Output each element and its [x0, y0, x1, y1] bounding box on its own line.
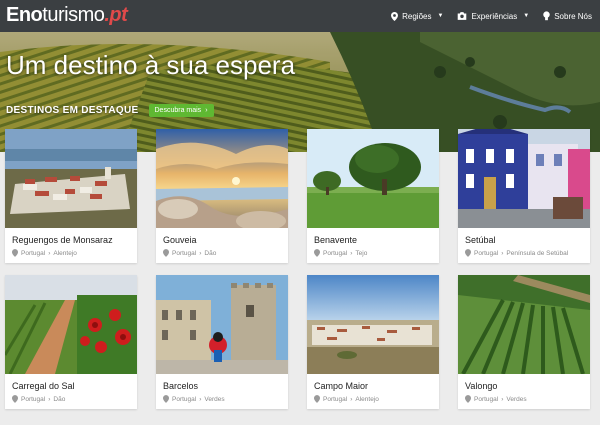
destination-breadcrumb: Portugal › Dão — [163, 249, 216, 257]
destination-image — [156, 275, 288, 374]
map-pin-icon — [12, 395, 18, 403]
destination-country: Portugal — [172, 249, 197, 257]
destination-card[interactable]: Gouveia Portugal › Dão — [156, 129, 288, 263]
destination-breadcrumb: Portugal › Tejo — [314, 249, 367, 257]
destination-name: Barcelos — [163, 381, 199, 391]
destination-breadcrumb: Portugal › Alentejo — [314, 395, 379, 403]
destination-name: Benavente — [314, 235, 358, 245]
map-pin-icon — [391, 11, 399, 21]
destination-breadcrumb: Portugal › Alentejo — [12, 249, 77, 257]
destination-region: Alentejo — [355, 395, 379, 403]
main-nav: Regiões ▼ Experiências ▼ Sobre Nós — [391, 0, 592, 32]
chevron-right-icon: › — [205, 107, 208, 114]
destination-name: Campo Maior — [314, 381, 369, 391]
destination-country: Portugal — [474, 249, 499, 257]
destination-breadcrumb: Portugal › Península de Setúbal — [465, 249, 568, 257]
destination-image — [5, 129, 137, 228]
destination-region: Dão — [53, 395, 66, 403]
destination-breadcrumb: Portugal › Verdes — [465, 395, 527, 403]
map-pin-icon — [314, 249, 320, 257]
lightbulb-icon — [543, 11, 550, 21]
destination-image — [156, 129, 288, 228]
destination-region: Verdes — [204, 395, 225, 403]
map-pin-icon — [163, 395, 169, 403]
nav-regions[interactable]: Regiões ▼ — [391, 11, 444, 21]
destination-country: Portugal — [323, 249, 348, 257]
destination-country: Portugal — [21, 249, 46, 257]
village-image — [5, 129, 137, 228]
destination-name: Valongo — [465, 381, 498, 391]
destination-card[interactable]: Barcelos Portugal › Verdes — [156, 275, 288, 409]
destination-region: Dão — [204, 249, 217, 257]
nav-experiences-label: Experiências — [471, 11, 518, 21]
destination-card[interactable]: Valongo Portugal › Verdes — [458, 275, 590, 409]
destination-region: Península de Setúbal — [506, 249, 569, 257]
map-pin-icon — [465, 395, 471, 403]
town-image — [307, 275, 439, 374]
camera-icon — [458, 12, 467, 20]
map-pin-icon — [314, 395, 320, 403]
destination-image — [458, 275, 590, 374]
destination-card[interactable]: Reguengos de Monsaraz Portugal › Alentej… — [5, 129, 137, 263]
discover-more-label: Descubra mais — [154, 107, 202, 114]
map-pin-icon — [163, 249, 169, 257]
top-navigation-bar: Enoturismo.pt Regiões ▼ Experiências ▼ S… — [0, 0, 600, 32]
destination-image — [307, 129, 439, 228]
destination-breadcrumb: Portugal › Verdes — [163, 395, 225, 403]
hero-title: Um destino à sua espera — [6, 50, 296, 80]
chevron-right-icon: › — [199, 395, 202, 403]
destination-region: Verdes — [506, 395, 527, 403]
map-pin-icon — [465, 249, 471, 257]
destination-name: Carregal do Sal — [12, 381, 75, 391]
destination-country: Portugal — [21, 395, 46, 403]
destination-card[interactable]: Setúbal Portugal › Península de Setúbal — [458, 129, 590, 263]
nav-experiences[interactable]: Experiências ▼ — [457, 12, 529, 21]
destination-image — [307, 275, 439, 374]
house-image — [458, 129, 590, 228]
site-logo[interactable]: Enoturismo.pt — [6, 4, 128, 27]
chevron-right-icon: › — [501, 395, 504, 403]
featured-label: DESTINOS EM DESTAQUE — [6, 105, 139, 116]
logo-text-accent: .pt — [104, 4, 128, 26]
square-image — [156, 275, 288, 374]
destination-breadcrumb: Portugal › Dão — [12, 395, 65, 403]
destination-name: Reguengos de Monsaraz — [12, 235, 113, 245]
chevron-right-icon: › — [350, 395, 353, 403]
destination-card[interactable]: Campo Maior Portugal › Alentejo — [307, 275, 439, 409]
chevron-right-icon: › — [199, 249, 202, 257]
destination-name: Setúbal — [465, 235, 496, 245]
destination-card[interactable]: Carregal do Sal Portugal › Dão — [5, 275, 137, 409]
chevron-down-icon: ▼ — [437, 13, 444, 19]
chevron-down-icon: ▼ — [523, 13, 530, 19]
discover-more-button[interactable]: Descubra mais › — [148, 104, 214, 117]
nav-about[interactable]: Sobre Nós — [543, 11, 592, 21]
destination-image — [458, 129, 590, 228]
destination-country: Portugal — [323, 395, 348, 403]
roses-image — [5, 275, 137, 374]
chevron-right-icon: › — [501, 249, 504, 257]
destination-card[interactable]: Benavente Portugal › Tejo — [307, 129, 439, 263]
destination-image — [5, 275, 137, 374]
nav-regions-label: Regiões — [402, 11, 432, 21]
map-pin-icon — [12, 249, 18, 257]
nav-about-label: Sobre Nós — [554, 11, 592, 21]
vineyard-image — [458, 275, 590, 374]
chevron-right-icon: › — [48, 395, 51, 403]
chevron-right-icon: › — [48, 249, 51, 257]
logo-text-main: Eno — [6, 4, 43, 26]
logo-text-mid: turismo — [42, 4, 105, 26]
chevron-right-icon: › — [350, 249, 353, 257]
destination-region: Tejo — [355, 249, 368, 257]
featured-header: DESTINOS EM DESTAQUE Descubra mais › — [6, 104, 214, 117]
tree-image — [307, 129, 439, 228]
sunset-image — [156, 129, 288, 228]
destination-region: Alentejo — [53, 249, 77, 257]
destination-country: Portugal — [474, 395, 499, 403]
destination-name: Gouveia — [163, 235, 197, 245]
destination-country: Portugal — [172, 395, 197, 403]
